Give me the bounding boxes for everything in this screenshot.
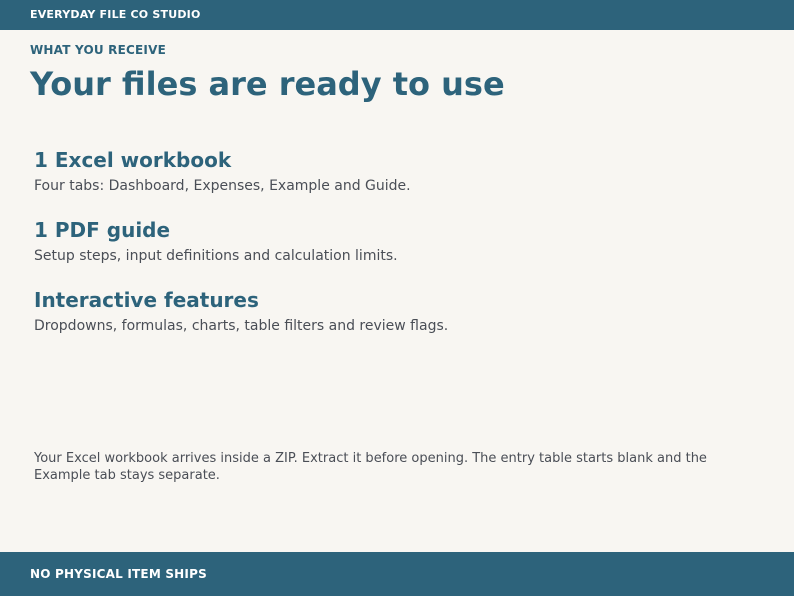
feature-title: 1 Excel workbook <box>34 148 232 172</box>
feature-description: Dropdowns, formulas, charts, table filte… <box>34 318 449 334</box>
feature-excel-workbook: 1 Excel workbook Four tabs: Dashboard, E… <box>34 148 754 218</box>
feature-interactive: Interactive features Dropdowns, formulas… <box>34 288 754 358</box>
feature-title: Interactive features <box>34 288 259 312</box>
brand-name: EVERYDAY FILE CO STUDIO <box>30 8 201 21</box>
top-banner: EVERYDAY FILE CO STUDIO <box>0 0 794 30</box>
section-eyebrow: WHAT YOU RECEIVE <box>30 43 166 57</box>
bottom-banner: NO PHYSICAL ITEM SHIPS <box>0 552 794 596</box>
feature-description: Four tabs: Dashboard, Expenses, Example … <box>34 178 411 194</box>
feature-title: 1 PDF guide <box>34 218 171 242</box>
shipping-notice: NO PHYSICAL ITEM SHIPS <box>30 567 207 581</box>
page-title: Your files are ready to use <box>30 65 505 103</box>
zip-note: Your Excel workbook arrives inside a ZIP… <box>34 451 707 483</box>
feature-pdf-guide: 1 PDF guide Setup steps, input definitio… <box>34 218 754 288</box>
feature-list: 1 Excel workbook Four tabs: Dashboard, E… <box>34 148 754 358</box>
feature-description: Setup steps, input definitions and calcu… <box>34 248 398 264</box>
